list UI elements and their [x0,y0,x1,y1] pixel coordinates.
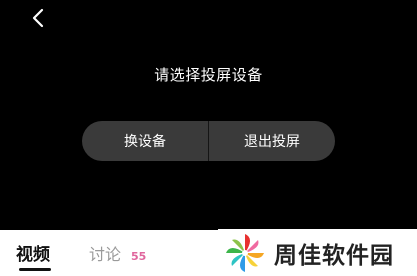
switch-device-button[interactable]: 换设备 [82,121,208,161]
watermark-text: 周佳软件园 [274,242,394,269]
back-button[interactable] [26,4,50,32]
cast-device-prompt: 请选择投屏设备 [154,66,263,84]
chevron-left-icon [32,8,44,28]
active-tab-indicator [19,268,51,271]
cast-action-buttons: 换设备 退出投屏 [82,121,335,161]
video-player-cast-overlay: 请选择投屏设备 换设备 退出投屏 [0,0,417,230]
exit-cast-button[interactable]: 退出投屏 [209,121,335,161]
tab-video[interactable]: 视频 [16,240,50,265]
screen: 请选择投屏设备 换设备 退出投屏 视频 讨论 55 周佳软件园 [0,0,417,276]
comments-count-badge: 55 [131,250,147,263]
watermark: 周佳软件园 [218,229,417,276]
pinwheel-logo-icon [226,233,264,272]
tab-comments[interactable]: 讨论 [89,241,121,265]
